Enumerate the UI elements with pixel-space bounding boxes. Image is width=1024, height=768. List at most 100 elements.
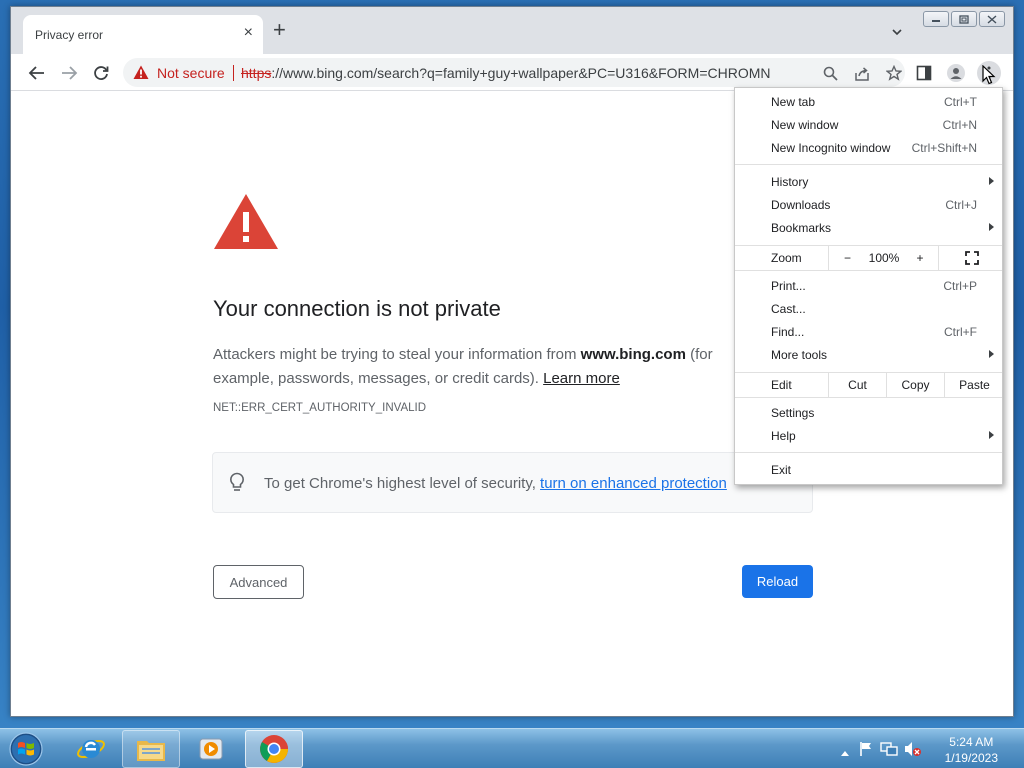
- submenu-arrow-icon: [989, 431, 994, 439]
- enhanced-protection-text: To get Chrome's highest level of securit…: [264, 475, 727, 492]
- menu-label: More tools: [771, 348, 828, 362]
- menu-shortcut: Ctrl+J: [945, 198, 977, 212]
- menu-label: Help: [771, 429, 796, 443]
- menu-divider: [735, 164, 1002, 165]
- chrome-menu: New tab Ctrl+T New window Ctrl+N New Inc…: [734, 87, 1003, 485]
- clock-date: 1/19/2023: [944, 751, 998, 765]
- menu-item-cast[interactable]: Cast...: [735, 298, 1002, 321]
- menu-label: Zoom: [771, 251, 802, 265]
- menu-item-settings[interactable]: Settings: [735, 402, 1002, 425]
- reload-icon[interactable]: [91, 63, 111, 83]
- media-player-icon: [199, 738, 223, 760]
- fullscreen-icon[interactable]: [938, 246, 1004, 270]
- close-window-icon[interactable]: [979, 11, 1005, 27]
- restore-icon[interactable]: [951, 11, 977, 27]
- submenu-arrow-icon: [989, 350, 994, 358]
- menu-item-history[interactable]: History: [735, 171, 1002, 194]
- menu-divider: [735, 397, 1002, 398]
- menu-label: New tab: [771, 95, 816, 109]
- error-title: Your connection is not private: [213, 296, 501, 321]
- omnibox-separator: [233, 65, 234, 81]
- folder-icon: [137, 741, 165, 761]
- paste-button[interactable]: Paste: [944, 373, 1004, 397]
- share-icon[interactable]: [853, 64, 871, 82]
- reload-button[interactable]: Reload: [742, 565, 813, 598]
- menu-item-new-window[interactable]: New window Ctrl+N: [735, 114, 1002, 137]
- toolbar: Not secure https://www.bing.com/search?q…: [11, 54, 1013, 91]
- taskbar-media-player[interactable]: [182, 730, 240, 768]
- menu-shortcut: Ctrl+Shift+N: [911, 141, 977, 155]
- window-controls: [923, 11, 1005, 27]
- tab-close-icon[interactable]: ×: [244, 24, 253, 42]
- desc-host: www.bing.com: [580, 346, 686, 363]
- show-hidden-icons-icon[interactable]: [840, 744, 850, 762]
- menu-label: Cast...: [771, 302, 806, 316]
- not-secure-warning-icon[interactable]: [133, 65, 149, 85]
- profile-avatar-icon[interactable]: [946, 63, 966, 83]
- side-panel-icon[interactable]: [914, 63, 934, 83]
- enhanced-protection-box: To get Chrome's highest level of securit…: [212, 452, 813, 513]
- menu-label: Downloads: [771, 198, 831, 212]
- volume-muted-icon[interactable]: [904, 741, 922, 762]
- error-code: NET::ERR_CERT_AUTHORITY_INVALID: [213, 402, 427, 414]
- menu-label: New window: [771, 118, 839, 132]
- menu-label: Settings: [771, 406, 815, 420]
- action-center-flag-icon[interactable]: [859, 741, 873, 762]
- menu-item-exit[interactable]: Exit: [735, 459, 1002, 482]
- bookmark-star-icon[interactable]: [885, 64, 903, 82]
- back-arrow-icon[interactable]: [27, 63, 47, 83]
- zoom-out-button[interactable]: −: [828, 246, 866, 270]
- menu-item-help[interactable]: Help: [735, 425, 1002, 448]
- menu-item-bookmarks[interactable]: Bookmarks: [735, 217, 1002, 240]
- chrome-icon: [260, 735, 288, 763]
- menu-item-print[interactable]: Print... Ctrl+P: [735, 275, 1002, 298]
- cut-button[interactable]: Cut: [828, 373, 886, 397]
- network-icon[interactable]: [880, 741, 898, 762]
- start-button[interactable]: [6, 730, 46, 768]
- menu-item-downloads[interactable]: Downloads Ctrl+J: [735, 194, 1002, 217]
- new-tab-button[interactable]: +: [273, 19, 286, 41]
- lightbulb-icon: [229, 472, 245, 497]
- url-text[interactable]: https://www.bing.com/search?q=family+guy…: [241, 65, 771, 81]
- menu-item-new-tab[interactable]: New tab Ctrl+T: [735, 91, 1002, 114]
- address-bar[interactable]: Not secure https://www.bing.com/search?q…: [123, 58, 905, 87]
- title-bar: Privacy error × +: [11, 7, 1013, 54]
- not-secure-label[interactable]: Not secure: [157, 65, 225, 81]
- search-icon[interactable]: [821, 64, 839, 82]
- forward-arrow-icon[interactable]: [59, 63, 79, 83]
- menu-zoom-row: Zoom − 100% +: [735, 246, 1002, 270]
- internet-explorer-icon: [77, 739, 105, 759]
- error-description: Attackers might be trying to steal your …: [213, 343, 773, 391]
- menu-label: History: [771, 175, 809, 189]
- clock-time: 5:24 AM: [949, 735, 994, 749]
- enhanced-prefix: To get Chrome's highest level of securit…: [264, 475, 541, 492]
- menu-label: Find...: [771, 325, 805, 339]
- tab-privacy-error[interactable]: Privacy error ×: [23, 15, 263, 54]
- menu-shortcut: Ctrl+T: [944, 95, 977, 109]
- copy-button[interactable]: Copy: [886, 373, 944, 397]
- menu-edit-row: Edit Cut Copy Paste: [735, 373, 1002, 397]
- enhanced-protection-link[interactable]: turn on enhanced protection: [540, 475, 727, 492]
- menu-label: Bookmarks: [771, 221, 832, 235]
- tab-search-chevron-icon[interactable]: [891, 25, 903, 37]
- taskbar-clock[interactable]: 5:24 AM 1/19/2023: [945, 734, 998, 766]
- menu-item-incognito[interactable]: New Incognito window Ctrl+Shift+N: [735, 137, 1002, 160]
- menu-item-find[interactable]: Find... Ctrl+F: [735, 321, 1002, 344]
- minimize-icon[interactable]: [923, 11, 949, 27]
- menu-divider: [735, 270, 1002, 271]
- learn-more-link[interactable]: Learn more: [543, 370, 620, 387]
- menu-shortcut: Ctrl+P: [943, 279, 977, 293]
- menu-item-more-tools[interactable]: More tools: [735, 344, 1002, 367]
- menu-shortcut: Ctrl+F: [944, 325, 977, 339]
- taskbar-internet-explorer[interactable]: [62, 730, 120, 768]
- menu-label: Exit: [771, 463, 792, 477]
- zoom-in-button[interactable]: +: [902, 246, 938, 270]
- submenu-arrow-icon: [989, 223, 994, 231]
- tab-title: Privacy error: [35, 28, 104, 42]
- advanced-button[interactable]: Advanced: [213, 565, 304, 599]
- menu-label: New Incognito window: [771, 141, 891, 155]
- zoom-level: 100%: [868, 251, 900, 265]
- desc-before: Attackers might be trying to steal your …: [213, 346, 581, 363]
- taskbar-file-explorer[interactable]: [122, 730, 180, 768]
- taskbar-chrome[interactable]: [245, 730, 303, 768]
